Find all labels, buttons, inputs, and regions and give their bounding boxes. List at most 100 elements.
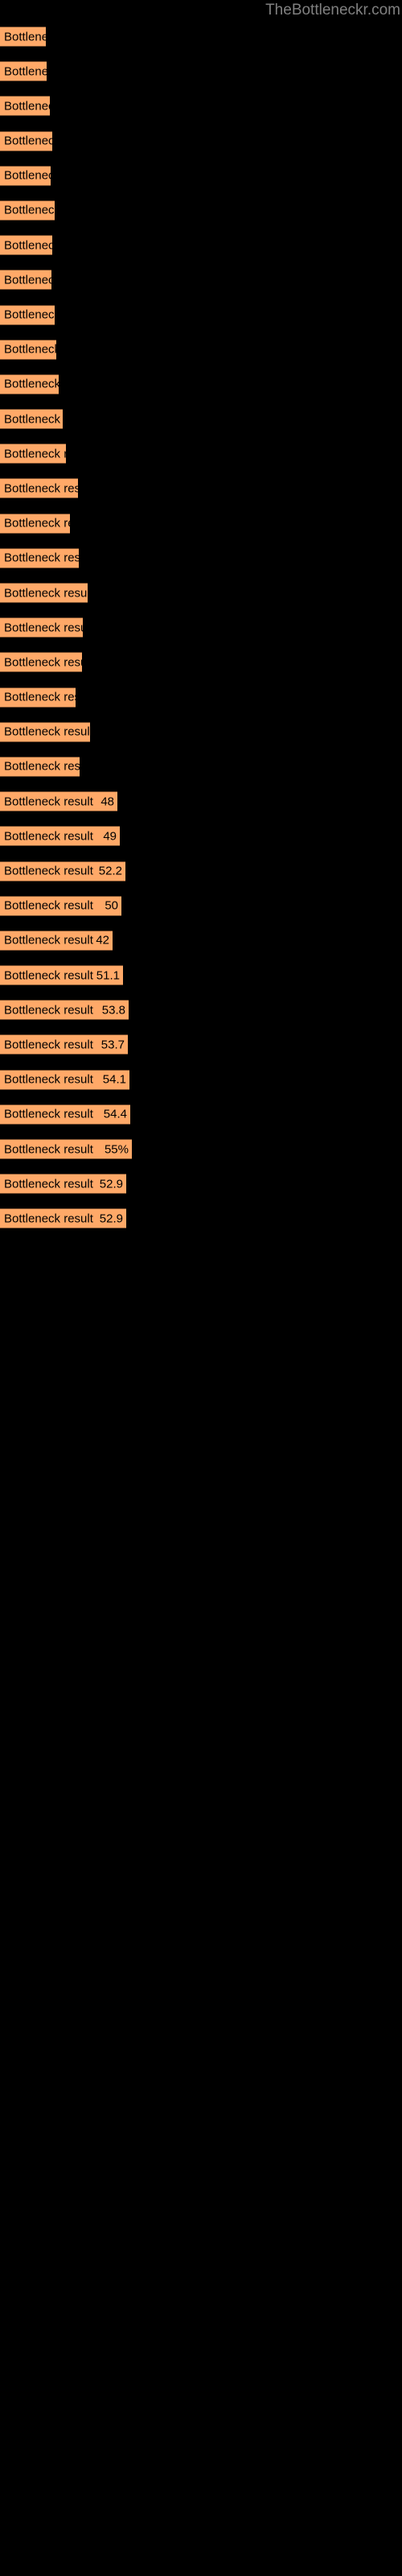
bar[interactable]: Bottleneck result	[0, 339, 56, 360]
chart-row: Bottleneck result 52.2	[0, 856, 402, 890]
bar-label: Bottleneck result	[4, 64, 47, 79]
bar[interactable]: Bottleneck result	[0, 27, 46, 47]
bar-label: Bottleneck result	[4, 447, 66, 461]
chart-row: Bottleneck result	[0, 682, 402, 716]
chart-row: Bottleneck result	[0, 612, 402, 646]
chart-row: Bottleneck result 54.1	[0, 1064, 402, 1099]
bar-label: Bottleneck result	[4, 168, 51, 183]
bar[interactable]: Bottleneck result 53.8	[0, 1000, 129, 1021]
chart-row: Bottleneck result 48	[0, 786, 402, 820]
bar-label: Bottleneck result	[4, 1038, 93, 1052]
bar-label: Bottleneck result	[4, 1107, 93, 1121]
bar-label: Bottleneck result	[4, 898, 93, 913]
bar-label: Bottleneck result	[4, 342, 56, 357]
bar[interactable]: Bottleneck result 55%	[0, 1139, 132, 1159]
bar-label: Bottleneck result	[4, 690, 76, 704]
bar[interactable]: Bottleneck result	[0, 200, 55, 221]
chart-row: Bottleneck result 51.1	[0, 960, 402, 994]
bar[interactable]: Bottleneck result 51.1	[0, 965, 123, 986]
bar[interactable]: Bottleneck result	[0, 409, 63, 430]
chart-row: Bottleneck result	[0, 264, 402, 299]
chart-row: Bottleneck result	[0, 438, 402, 473]
bar-value: 51.1	[96, 968, 120, 983]
bar[interactable]: Bottleneck result	[0, 513, 70, 534]
chart-row: Bottleneck result	[0, 21, 402, 56]
bar-value: 53.8	[101, 1003, 125, 1018]
chart-row: Bottleneck result	[0, 56, 402, 90]
chart-row: Bottleneck result	[0, 403, 402, 438]
bar[interactable]: Bottleneck result	[0, 235, 52, 256]
bar-label: Bottleneck result	[4, 724, 90, 739]
bar-label: Bottleneck result	[4, 968, 93, 983]
bar[interactable]: Bottleneck result 54.4	[0, 1104, 130, 1125]
bar-label: Bottleneck result	[4, 238, 52, 253]
bar[interactable]: Bottleneck result	[0, 270, 51, 291]
chart-row: Bottleneck result 42	[0, 925, 402, 960]
bar-label: Bottleneck result	[4, 273, 51, 287]
bar-label: Bottleneck result	[4, 795, 93, 809]
chart-row: Bottleneck result 54.4	[0, 1099, 402, 1133]
bar[interactable]: Bottleneck result	[0, 374, 59, 394]
bar-value: 52.9	[99, 1177, 123, 1191]
bar[interactable]: Bottleneck result 52.2	[0, 861, 125, 881]
bar-value: 42	[96, 933, 109, 947]
chart-row: Bottleneck result	[0, 473, 402, 507]
bar-value: 54.4	[103, 1107, 127, 1121]
bar[interactable]: Bottleneck result 54.1	[0, 1069, 129, 1090]
bar[interactable]: Bottleneck result 53.7	[0, 1034, 128, 1055]
bar[interactable]: Bottleneck result	[0, 756, 80, 777]
bar[interactable]: Bottleneck result 52.9	[0, 1208, 126, 1229]
bar-value: 54.1	[102, 1072, 126, 1087]
bar-label: Bottleneck result	[4, 586, 88, 600]
bar-value: 50	[105, 898, 118, 913]
bar[interactable]: Bottleneck result 49	[0, 826, 120, 847]
chart-row: Bottleneck result	[0, 299, 402, 334]
bar[interactable]: Bottleneck result	[0, 130, 52, 151]
bar-label: Bottleneck result	[4, 203, 55, 217]
bar-value: 52.2	[98, 864, 122, 878]
bar[interactable]: Bottleneck result 52.9	[0, 1174, 126, 1195]
chart-row: Bottleneck result 50	[0, 890, 402, 925]
bar[interactable]: Bottleneck result 42	[0, 930, 113, 951]
bar-value: 53.7	[100, 1038, 125, 1052]
bar[interactable]: Bottleneck result	[0, 721, 90, 742]
bar[interactable]: Bottleneck result	[0, 444, 66, 464]
chart-row: Bottleneck result	[0, 543, 402, 577]
bar-label: Bottleneck result	[4, 481, 78, 496]
bar[interactable]: Bottleneck result	[0, 547, 79, 568]
chart-row: Bottleneck result	[0, 577, 402, 612]
bar[interactable]: Bottleneck result	[0, 304, 55, 325]
bar[interactable]: Bottleneck result	[0, 687, 76, 708]
chart-row: Bottleneck result 52.9	[0, 1168, 402, 1203]
bar-label: Bottleneck result	[4, 377, 59, 391]
bar[interactable]: Bottleneck result	[0, 478, 78, 499]
bar-label: Bottleneck result	[4, 99, 50, 114]
chart-row: Bottleneck result	[0, 369, 402, 403]
bar-label: Bottleneck result	[4, 551, 79, 565]
chart-row: Bottleneck result	[0, 716, 402, 751]
chart-row: Bottleneck result 49	[0, 820, 402, 855]
bar-label: Bottleneck result	[4, 933, 93, 947]
bar-value: 48	[100, 795, 114, 809]
chart-row: Bottleneck result	[0, 195, 402, 229]
site-watermark: TheBottleneckr.com	[265, 2, 400, 19]
bar-label: Bottleneck result	[4, 1142, 93, 1156]
bar-label: Bottleneck result	[4, 829, 93, 844]
chart-row: Bottleneck result	[0, 229, 402, 264]
chart-row: Bottleneck result	[0, 160, 402, 195]
bar[interactable]: Bottleneck result 48	[0, 791, 117, 812]
bar[interactable]: Bottleneck result	[0, 617, 83, 638]
bar[interactable]: Bottleneck result	[0, 583, 88, 603]
bar-value: 49	[103, 829, 117, 844]
bar[interactable]: Bottleneck result 50	[0, 895, 121, 916]
chart-row: Bottleneck result	[0, 508, 402, 543]
chart-row: Bottleneck result 53.7	[0, 1029, 402, 1063]
chart-row: Bottleneck result	[0, 334, 402, 369]
bar[interactable]: Bottleneck result	[0, 96, 50, 117]
bar-label: Bottleneck result	[4, 1177, 93, 1191]
bar[interactable]: Bottleneck result	[0, 165, 51, 186]
bar[interactable]: Bottleneck result	[0, 61, 47, 82]
bar-label: Bottleneck result	[4, 412, 63, 427]
bar-label: Bottleneck result	[4, 759, 80, 774]
bar[interactable]: Bottleneck result	[0, 652, 82, 673]
